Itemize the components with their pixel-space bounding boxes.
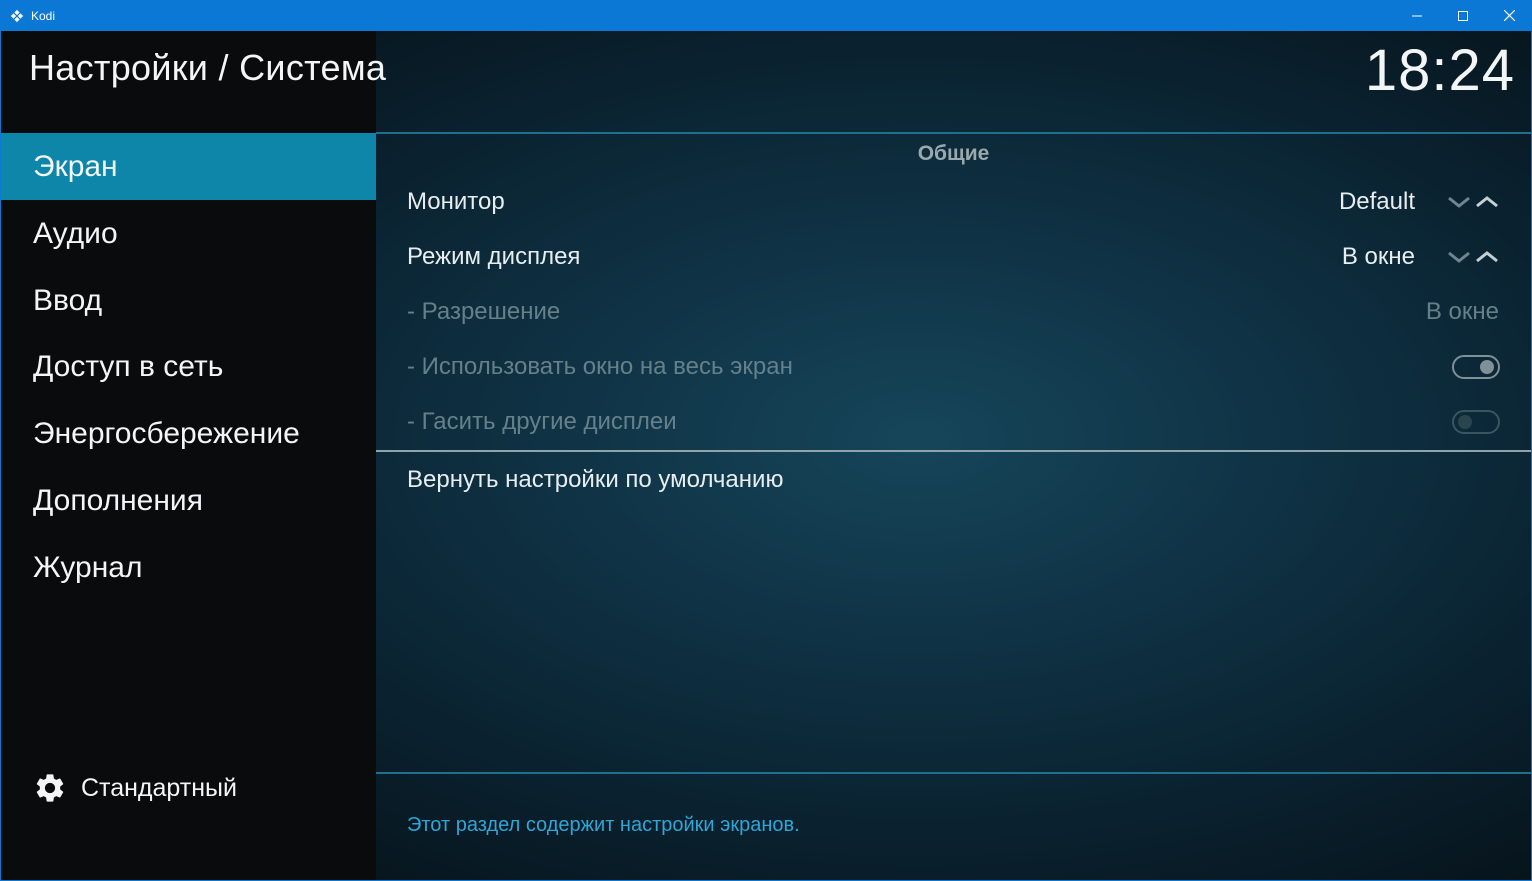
reset-defaults-button[interactable]: Вернуть настройки по умолчанию (376, 452, 1531, 507)
setting-label: Режим дисплея (407, 242, 581, 270)
sidebar-item-label: Дополнения (33, 483, 203, 517)
setting-display-mode[interactable]: Режим дисплея В окне (376, 229, 1531, 284)
clock: 18:24 (1364, 38, 1515, 103)
setting-value: Default (1338, 187, 1415, 215)
settings-level-label: Стандартный (81, 773, 237, 802)
setting-monitor[interactable]: Монитор Default (376, 174, 1531, 229)
sidebar: Экран Аудио Ввод Доступ в сеть Энергосбе… (1, 31, 376, 880)
chevron-down-icon[interactable] (1447, 250, 1471, 264)
toggle-switch (1452, 354, 1500, 379)
settings-level-button[interactable]: Стандартный (33, 771, 237, 805)
setting-label: - Использовать окно на весь экран (407, 352, 793, 380)
kodi-app: Экран Аудио Ввод Доступ в сеть Энергосбе… (1, 31, 1531, 880)
maximize-icon (1458, 10, 1468, 21)
setting-resolution: - Разрешение В окне (376, 284, 1531, 339)
window-title: Kodi (31, 8, 56, 23)
sidebar-item-screen[interactable]: Экран (1, 133, 376, 200)
sidebar-item-label: Экран (33, 149, 118, 183)
sidebar-item-power-saving[interactable]: Энергосбережение (1, 400, 376, 467)
close-button[interactable] (1486, 0, 1532, 31)
setting-fullscreen-window: - Использовать окно на весь экран (376, 339, 1531, 394)
toggle-switch (1452, 409, 1500, 434)
minimize-icon (1412, 15, 1422, 16)
setting-label: - Гасить другие дисплеи (407, 407, 677, 435)
setting-value: В окне (1341, 242, 1415, 270)
setting-label: Монитор (407, 187, 505, 215)
divider (376, 132, 1531, 134)
reset-label: Вернуть настройки по умолчанию (407, 465, 784, 493)
kodi-logo-icon (10, 9, 24, 22)
chevron-down-icon[interactable] (1447, 195, 1471, 209)
toggle-knob (1480, 359, 1494, 374)
setting-label: - Разрешение (407, 297, 561, 325)
sidebar-item-log[interactable]: Журнал (1, 534, 376, 601)
sidebar-item-label: Ввод (33, 283, 103, 317)
chevron-up-icon[interactable] (1475, 195, 1499, 209)
close-icon (1503, 10, 1515, 21)
setting-blank-displays: - Гасить другие дисплеи (376, 394, 1531, 449)
sidebar-item-audio[interactable]: Аудио (1, 200, 376, 267)
sidebar-item-network[interactable]: Доступ в сеть (1, 333, 376, 400)
section-title: Общие (917, 142, 990, 165)
sidebar-item-label: Журнал (33, 550, 143, 584)
page-title: Настройки / Система (29, 47, 387, 88)
minimize-button[interactable] (1394, 0, 1440, 31)
sidebar-item-label: Энергосбережение (33, 416, 300, 450)
gear-icon (36, 774, 64, 802)
sidebar-item-input[interactable]: Ввод (1, 267, 376, 334)
chevron-up-icon[interactable] (1475, 250, 1499, 264)
setting-value: В окне (1425, 297, 1499, 325)
toggle-knob (1458, 414, 1472, 429)
window-title-bar[interactable]: Kodi (0, 0, 1532, 31)
settings-panel: Общие Монитор Default Режим дисплея В ок… (376, 132, 1531, 880)
divider (376, 772, 1531, 774)
setting-description: Этот раздел содержит настройки экранов. (407, 814, 800, 836)
sidebar-item-addons[interactable]: Дополнения (1, 467, 376, 534)
maximize-button[interactable] (1440, 0, 1486, 31)
sidebar-item-label: Аудио (33, 216, 118, 250)
sidebar-item-label: Доступ в сеть (33, 349, 224, 383)
